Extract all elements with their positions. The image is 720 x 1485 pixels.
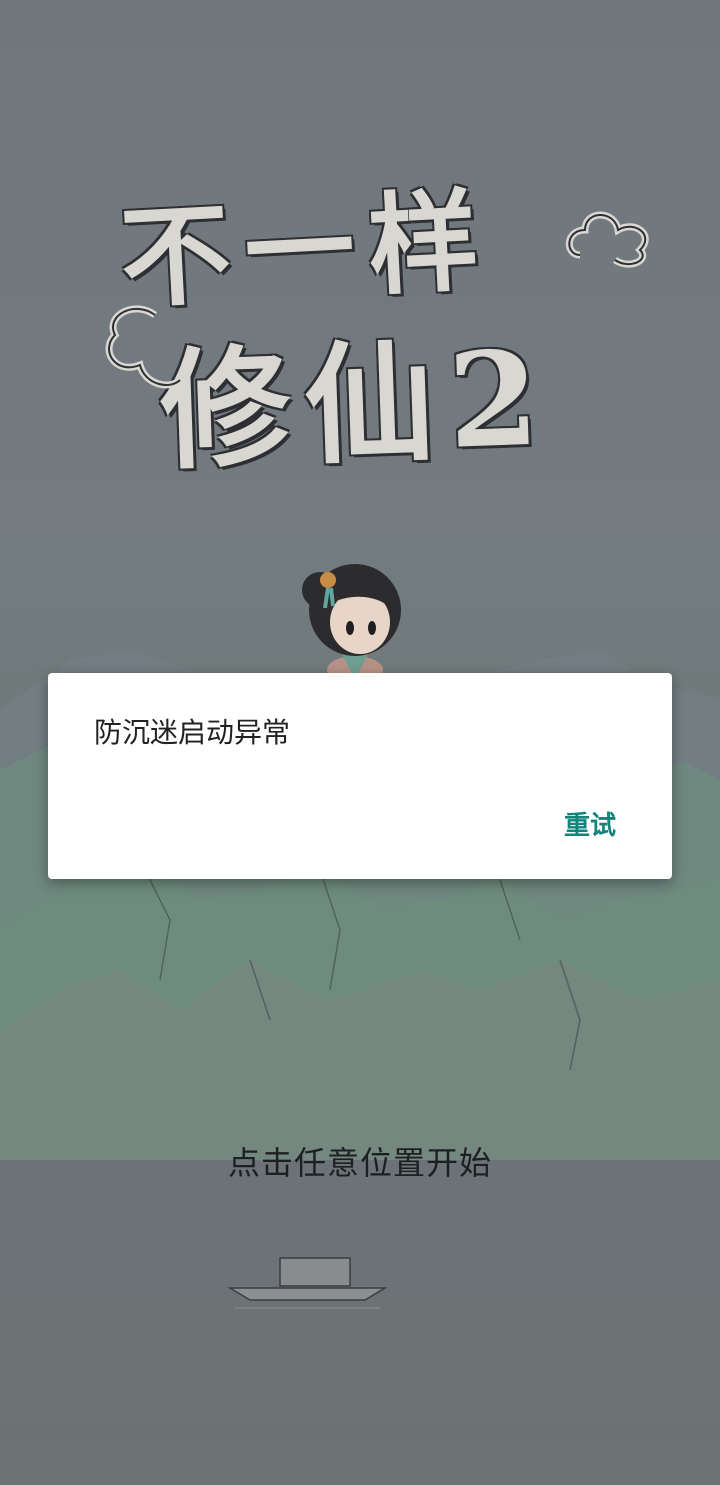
boat-illustration bbox=[227, 1257, 388, 1309]
cloud-ornament-icon bbox=[105, 305, 183, 389]
anti-addiction-error-dialog: 防沉迷启动异常 重试 bbox=[48, 673, 672, 879]
tap-to-start-hint[interactable]: 点击任意位置开始 bbox=[0, 1138, 720, 1184]
retry-button[interactable]: 重试 bbox=[564, 805, 616, 842]
cloud-ornament-icon bbox=[565, 211, 649, 268]
character-girl-avatar bbox=[302, 564, 401, 680]
logo-line-2: 修仙2 bbox=[157, 321, 556, 488]
game-logo: 不一样 修仙2 bbox=[90, 150, 670, 490]
dialog-message: 防沉迷启动异常 bbox=[94, 716, 291, 749]
